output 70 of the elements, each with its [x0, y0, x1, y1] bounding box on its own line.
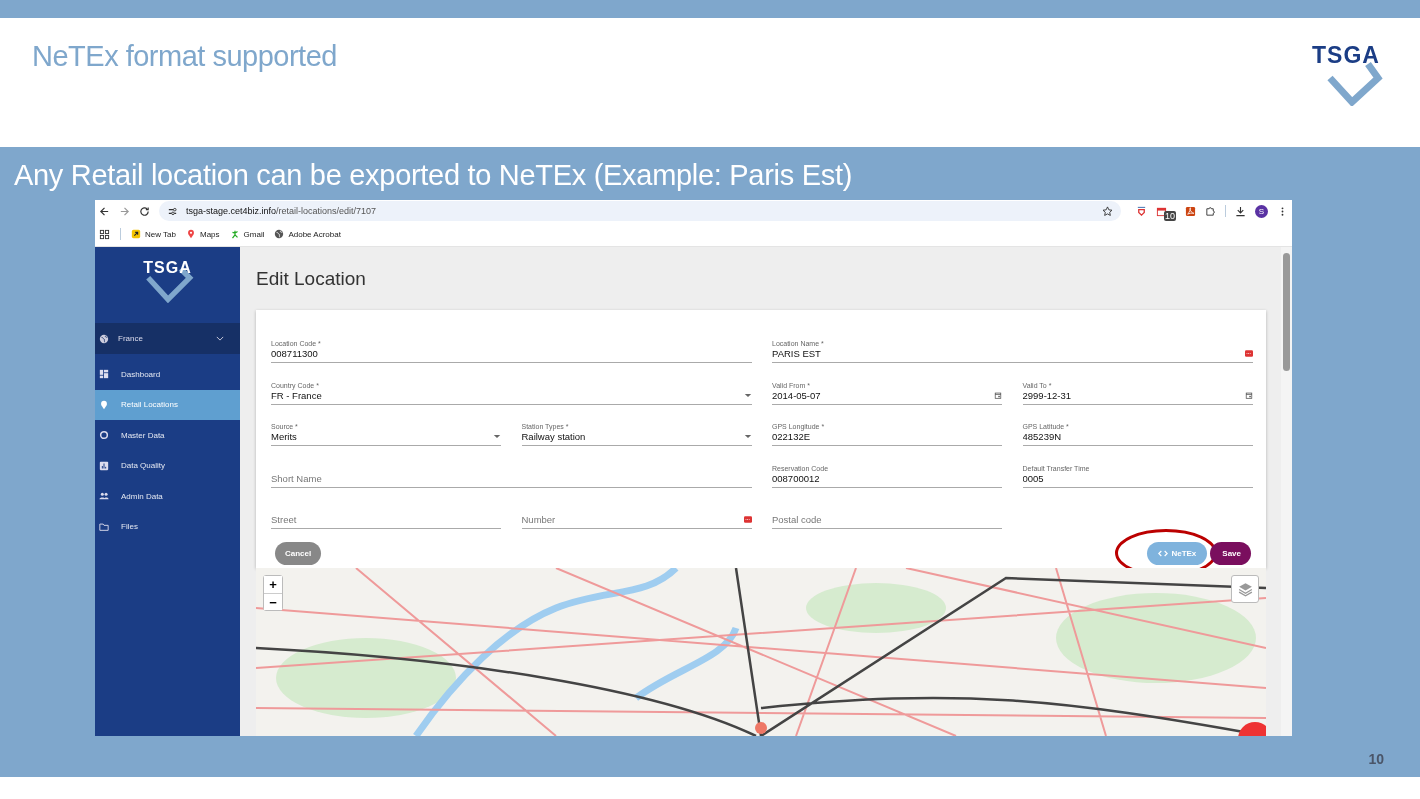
site-settings-icon[interactable] — [167, 205, 178, 217]
input-field[interactable]: 0005 — [1022, 471, 1253, 485]
date-field[interactable]: 2014-05-07 — [772, 388, 990, 402]
star-icon[interactable] — [1102, 205, 1113, 217]
dropdown-caret-icon[interactable] — [743, 391, 752, 399]
input-field[interactable]: Short Name — [271, 471, 752, 485]
profile-avatar[interactable]: S — [1255, 204, 1268, 218]
country-selector[interactable]: France — [95, 323, 240, 354]
location-pin-icon — [99, 399, 109, 410]
layers-button[interactable] — [1231, 575, 1259, 603]
slide-subtitle: Any Retail location can be exported to NeTEx (Example: Paris Est) — [13, 158, 853, 193]
circle-icon — [99, 430, 109, 441]
calendar-icon[interactable] — [1156, 205, 1167, 217]
globe-icon — [99, 333, 109, 344]
layers-icon — [1236, 580, 1254, 598]
input-field[interactable]: Postal code — [772, 512, 1002, 526]
dropdown-caret-icon[interactable] — [493, 433, 501, 441]
map-pin-icon — [186, 229, 196, 239]
zoom-out-button[interactable]: − — [264, 593, 282, 610]
globe-icon — [274, 229, 285, 239]
address-bar[interactable]: tsga-stage.cet4biz.info/retail-locations/edit/7107 — [159, 201, 1121, 221]
code-icon — [1158, 549, 1169, 557]
calendar-icon[interactable] — [1244, 391, 1253, 399]
input-field[interactable]: 008711300 — [271, 347, 752, 361]
back-icon[interactable] — [99, 205, 110, 217]
input-field[interactable]: Number — [521, 512, 740, 526]
input-field[interactable]: 022132E — [772, 430, 1002, 444]
nav-item[interactable]: Dashboard — [95, 359, 240, 390]
dropdown-field[interactable]: Railway station — [521, 430, 740, 444]
apps-icon[interactable] — [99, 228, 110, 240]
nav-item[interactable]: Admin Data — [95, 481, 240, 512]
chart-icon — [99, 460, 109, 471]
date-field[interactable]: 2999-12-31 — [1022, 388, 1241, 402]
people-icon — [99, 491, 109, 502]
scrollbar[interactable] — [1283, 253, 1290, 371]
forward-icon[interactable] — [119, 205, 130, 217]
reload-icon[interactable] — [139, 205, 150, 217]
slide-title: NeTEx format supported — [32, 40, 337, 73]
app-logo: TSGA — [95, 247, 240, 323]
dashboard-icon — [99, 369, 109, 380]
input-field[interactable]: PARIS EST — [772, 347, 1241, 361]
nav-item[interactable]: Data Quality — [95, 450, 240, 481]
bookmark[interactable]: Adobe Acrobat — [274, 229, 341, 239]
autofill-icon[interactable] — [743, 515, 752, 523]
input-field[interactable]: 485239N — [1022, 430, 1253, 444]
cancel-button[interactable]: Cancel — [275, 541, 322, 565]
figure-icon — [229, 229, 240, 239]
shield-icon[interactable] — [1136, 205, 1147, 217]
autofill-icon[interactable] — [1244, 350, 1253, 358]
bookmark[interactable]: Gmail — [229, 229, 265, 239]
nav-item[interactable]: Master Data — [95, 420, 240, 451]
nav-item[interactable]: Files — [95, 511, 240, 542]
page-title: Edit Location — [256, 266, 367, 291]
extension-badge: 10 — [1164, 210, 1176, 221]
page-number: 10 — [1368, 751, 1384, 767]
calendar-icon[interactable] — [994, 391, 1002, 399]
bookmark[interactable]: Maps — [186, 229, 220, 239]
bookmark[interactable]: New Tab — [131, 229, 176, 239]
arrow-icon — [131, 229, 141, 239]
dropdown-field[interactable]: Merits — [271, 430, 489, 444]
pdf-icon[interactable] — [1185, 205, 1196, 217]
folder-icon — [99, 521, 109, 532]
input-field[interactable]: Street — [271, 512, 501, 526]
logo: TSGA — [1312, 42, 1388, 106]
input-field[interactable]: 008700012 — [772, 471, 1002, 485]
chevron-icon — [216, 336, 224, 341]
puzzle-icon[interactable] — [1205, 205, 1216, 217]
dropdown-caret-icon[interactable] — [743, 433, 752, 441]
save-button[interactable]: Save — [1210, 541, 1251, 565]
download-icon[interactable] — [1235, 205, 1246, 217]
